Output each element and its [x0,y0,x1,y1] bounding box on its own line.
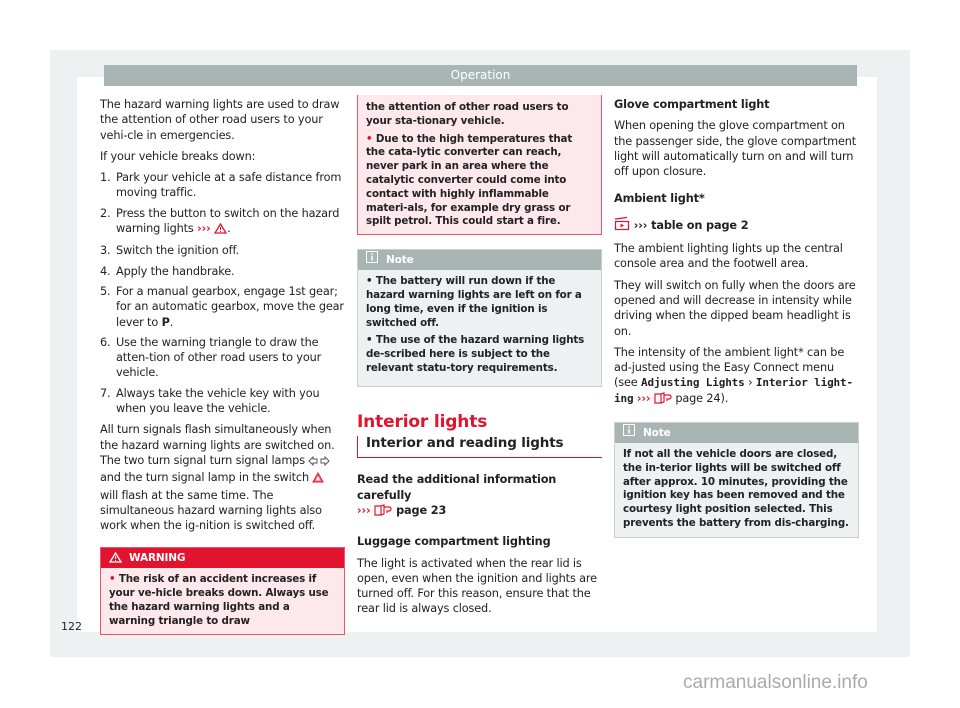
text-span: All turn signals flash simultaneously wh… [100,423,335,467]
gear-position: P [161,315,170,329]
reference-arrows[interactable]: ››› [357,504,371,517]
bullet-icon: • [109,573,116,586]
step-number: 6. [100,335,111,349]
note-header: Note [358,250,601,271]
column-2: the attention of other road users to you… [357,95,602,623]
text-span: ). [720,391,729,405]
warning-text: The risk of an accident increases if you… [109,573,329,627]
note-body: If not all the vehicle doors are closed,… [623,448,849,530]
luggage-paragraph: The light is activated when the rear lid… [357,556,597,616]
step-text: Press the button to switch on the hazard… [116,206,340,236]
step-number: 4. [100,264,111,278]
step-text: Use the warning triangle to draw the att… [116,335,322,380]
menu-separator: › [748,376,753,390]
step-number: 5. [100,284,111,298]
step-number: 1. [100,171,111,185]
step-number: 3. [100,244,111,258]
note-title: Note [386,254,414,267]
breakdown-steps: 1. Park your vehicle at a safe distance f… [100,170,345,416]
video-icon[interactable] [614,216,630,235]
step-item: 3. Switch the ignition off. [100,243,345,258]
note-box: Note • The battery will run down if the … [357,249,602,387]
bullet-icon: • [366,132,373,145]
step-item: 2. Press the button to switch on the haza… [100,206,345,239]
step-item: 1. Park your vehicle at a safe distance f… [100,170,345,201]
warning-box-continued: the attention of other road users to you… [357,95,602,236]
book-reference-icon[interactable] [374,504,392,520]
note-text: The battery will run down if the hazard … [366,275,582,329]
step-text: Always take the vehicle key with you whe… [116,386,320,416]
note-box: Note If not all the vehicle doors are cl… [614,422,859,538]
step-text: Park your vehicle at a safe distance fro… [116,171,342,200]
ambient-paragraph-2: They will switch on fully when the doors… [614,278,856,338]
table-reference-link[interactable]: ››› table on page 2 [634,219,749,232]
ambient-reference: ››› table on page 2 [614,216,859,235]
step-text: Switch the ignition off. [116,244,239,258]
note-body: • The battery will run down if the hazar… [358,270,601,386]
step-item: 6. Use the warning triangle to draw the a… [100,335,345,381]
ambient-heading: Ambient light* [614,192,705,206]
warning-icon [108,550,123,570]
glove-paragraph: When opening the glove compartment on th… [614,119,857,179]
warning-header: WARNING [101,548,344,570]
hazard-switch-icon [312,472,325,487]
step-text: For a manual gearbox, engage 1st gear; f… [116,284,344,329]
text-span: and the turn signal lamp in the switch [100,471,309,485]
info-icon [366,250,378,270]
subsection-title: Interior and reading lights [357,435,602,459]
warning-body: • The risk of an accident increases if y… [101,568,344,633]
warning-title: WARNING [129,552,186,565]
turn-signal-arrows-icon [308,455,331,470]
step-text: Apply the handbrake. [116,264,235,278]
glove-heading: Glove compartment light [614,98,770,111]
reference-arrows[interactable]: ››› [197,222,211,235]
breakdown-label: If your vehicle breaks down: [100,149,256,163]
watermark: carmanualsonline.info [683,672,868,693]
column-3: Glove compartment light When opening the… [614,97,859,538]
step-item: 5. For a manual gearbox, engage 1st gear;… [100,284,344,329]
page-reference[interactable]: page 24 [675,392,720,405]
section-header: Operation [104,65,857,86]
book-reference-icon[interactable] [654,391,672,408]
turn-signals-paragraph: All turn signals flash simultaneously wh… [100,422,345,533]
text-span: will flash at the same time. The simulta… [100,488,322,533]
warning-text: Due to the high temperatures that the ca… [366,132,573,228]
step-number: 7. [100,386,111,400]
column-1: The hazard warning lights are used to dr… [100,97,345,635]
reference-arrows[interactable]: ››› [637,392,651,405]
note-item: • The battery will run down if the hazar… [366,275,582,329]
page-number: 122 [61,620,82,633]
intensity-paragraph: The intensity of the ambient light* can … [614,345,859,408]
note-header: Note [615,423,858,444]
info-icon [623,423,635,443]
page-reference[interactable]: page 23 [396,504,446,517]
warning-box: WARNING • The risk of an accident increa… [100,547,345,635]
warning-text: the attention of other road users to you… [366,101,569,127]
warning-bullet: • Due to the high temperatures that the … [366,133,593,230]
step-item: 7. Always take the vehicle key with you w… [100,386,345,417]
warning-triangle-icon[interactable] [213,222,228,238]
menu-path-item: Adjusting Lights [641,376,745,390]
note-item: • The use of the hazard warning lights d… [366,334,585,374]
intro-paragraph: The hazard warning lights are used to dr… [100,98,340,142]
step-item: 4. Apply the handbrake. [100,264,345,279]
luggage-heading: Luggage compartment lighting [357,535,551,549]
step-number: 2. [100,206,111,220]
section-title: Interior lights [357,411,488,432]
read-more-text: Read the additional information carefull… [357,473,557,502]
note-text: The use of the hazard warning lights de-… [366,334,585,374]
note-title: Note [643,427,671,440]
ambient-paragraph-1: The ambient lighting lights up the centr… [614,242,843,271]
read-more-note: Read the additional information carefull… [357,472,602,520]
